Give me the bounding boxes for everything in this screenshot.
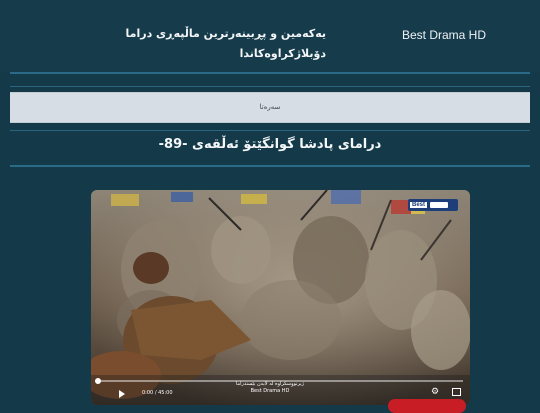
video-progress-handle[interactable] <box>95 378 101 384</box>
play-icon[interactable] <box>119 390 125 398</box>
gear-icon[interactable]: ⚙ <box>431 387 439 397</box>
video-subtitle: ژیرنووسکراوە لە لایەن بێستدراما Best Dra… <box>235 381 305 394</box>
header-divider <box>10 72 530 74</box>
episode-title: درامای پادشا گوانگێتۆ ئەڵقەی -89- <box>158 137 382 152</box>
title-divider <box>10 165 530 167</box>
floating-action-button[interactable] <box>388 399 466 413</box>
channel-watermark: Best <box>408 199 458 211</box>
nav-bar: سەرەتا <box>10 92 530 123</box>
site-tagline: یەکەمین و پڕبینەرترین ماڵپەڕی دراما دۆبل… <box>125 27 326 60</box>
header-divider-thin <box>10 86 530 87</box>
site-brand[interactable]: Best Drama HD <box>402 28 486 42</box>
fullscreen-icon[interactable] <box>452 388 461 396</box>
video-frame <box>91 190 470 405</box>
nav-divider <box>10 130 530 131</box>
channel-logo-icon <box>430 202 449 208</box>
video-time: 0:00 / 45:00 <box>142 390 173 396</box>
video-player[interactable] <box>91 190 470 405</box>
site-header: Best Drama HD یەکەمین و پڕبینەرترین ماڵپ… <box>0 0 540 72</box>
nav-home-link[interactable]: سەرەتا <box>10 93 530 122</box>
